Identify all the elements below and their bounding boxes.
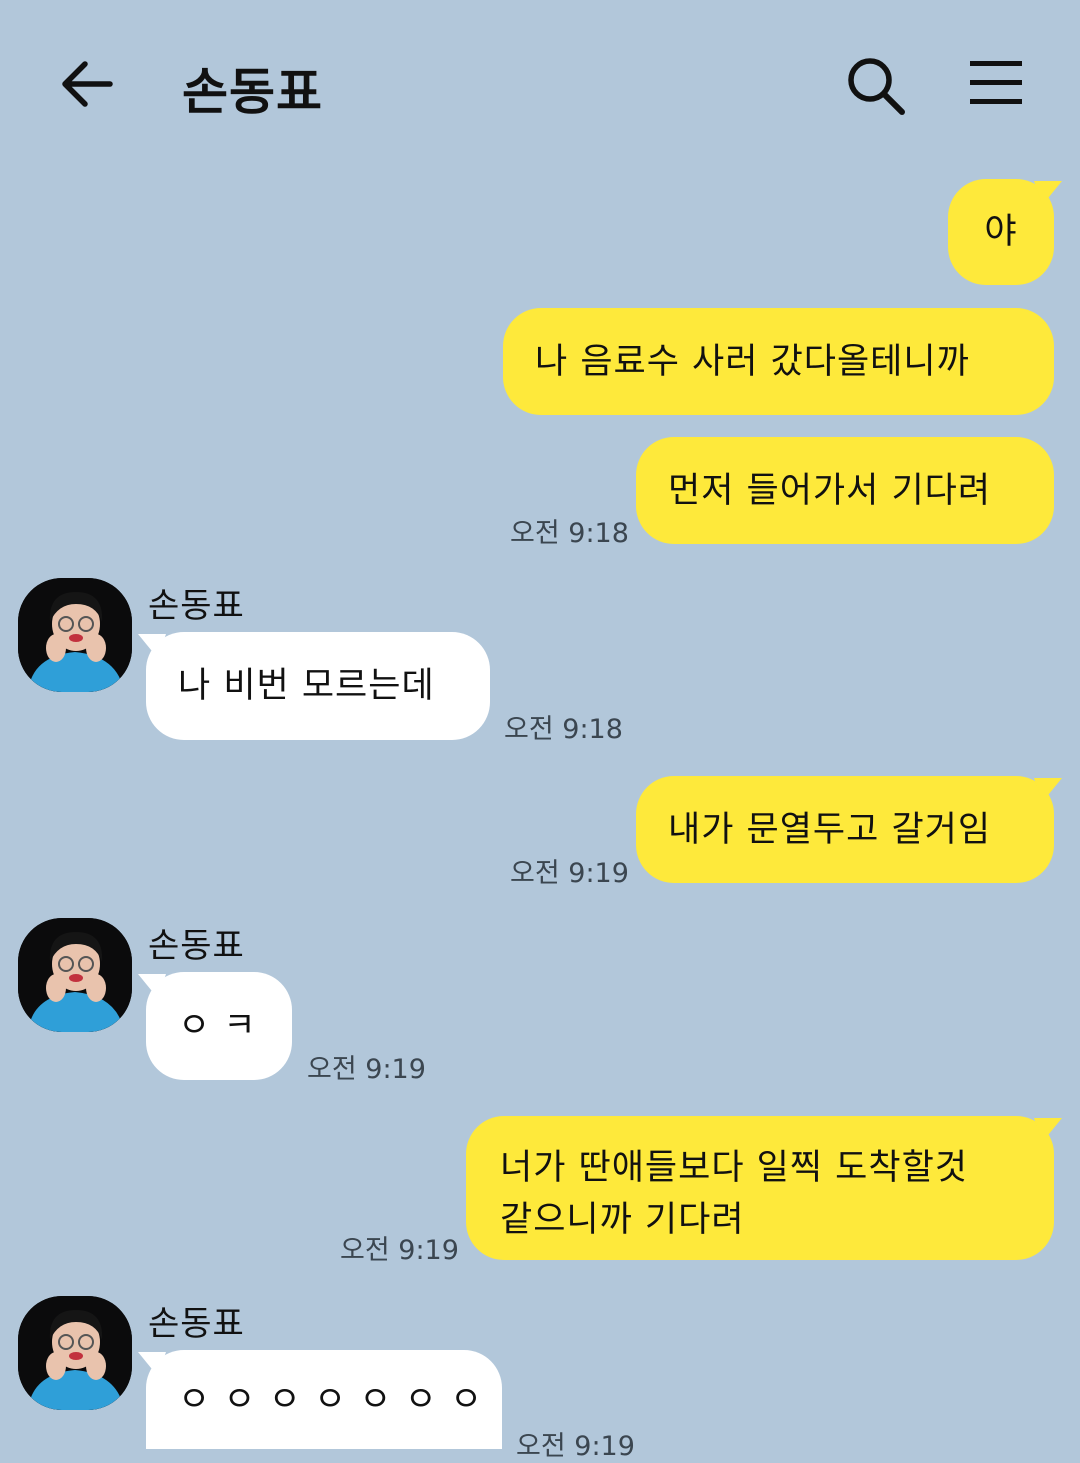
sender-name: 손동표 [148, 586, 245, 626]
my-message-bubble[interactable]: 너가 딴애들보다 일찍 도착할것 같으니까 기다려 [466, 1116, 1054, 1260]
message-text: ㅇ ㅇ ㅇ ㅇ ㅇ ㅇ ㅇ [178, 1379, 484, 1420]
their-message-bubble[interactable]: ㅇ ㅋ [146, 972, 292, 1080]
message-text: 야 [984, 212, 1018, 252]
my-message-bubble[interactable]: 야 [948, 179, 1054, 285]
sender-name: 손동표 [148, 926, 245, 966]
hamburger-menu-icon [970, 61, 1022, 104]
search-button[interactable] [846, 56, 906, 116]
message-text: 나 음료수 사러 갔다올테니까 [535, 341, 970, 382]
message-text: 먼저 들어가서 기다려 [668, 470, 992, 511]
chat-title: 손동표 [182, 63, 323, 121]
back-button[interactable] [58, 55, 116, 113]
message-time: 오전 9:18 [510, 518, 629, 549]
message-text-line: 너가 딴애들보다 일찍 도착할것 [500, 1148, 968, 1188]
their-message-bubble[interactable]: 나 비번 모르는데 [146, 632, 490, 740]
their-message-bubble[interactable]: ㅇ ㅇ ㅇ ㅇ ㅇ ㅇ ㅇ [146, 1350, 502, 1449]
message-time: 오전 9:19 [307, 1054, 426, 1085]
arrow-left-icon [62, 61, 113, 107]
chat-header: 손동표 [0, 0, 1080, 165]
message-time: 오전 9:19 [510, 858, 629, 889]
message-time: 오전 9:18 [504, 714, 623, 745]
my-message-bubble[interactable]: 내가 문열두고 갈거임 [636, 776, 1054, 883]
message-text: 나 비번 모르는데 [178, 666, 435, 706]
menu-button[interactable] [968, 58, 1024, 108]
message-text: 내가 문열두고 갈거임 [668, 809, 992, 850]
avatar[interactable] [18, 918, 132, 1032]
avatar[interactable] [18, 578, 132, 692]
message-text-line: 같으니까 기다려 [500, 1200, 745, 1240]
profile-photo [18, 918, 132, 1032]
message-time: 오전 9:19 [340, 1235, 459, 1266]
message-time: 오전 9:19 [516, 1431, 635, 1462]
my-message-bubble[interactable]: 먼저 들어가서 기다려 [636, 437, 1054, 544]
my-message-bubble[interactable]: 나 음료수 사러 갔다올테니까 [503, 308, 1054, 415]
sender-name: 손동표 [148, 1304, 245, 1344]
profile-photo [18, 1296, 132, 1410]
avatar[interactable] [18, 1296, 132, 1410]
profile-photo [18, 578, 132, 692]
message-text: ㅇ ㅋ [178, 1006, 257, 1046]
search-icon [848, 58, 905, 115]
